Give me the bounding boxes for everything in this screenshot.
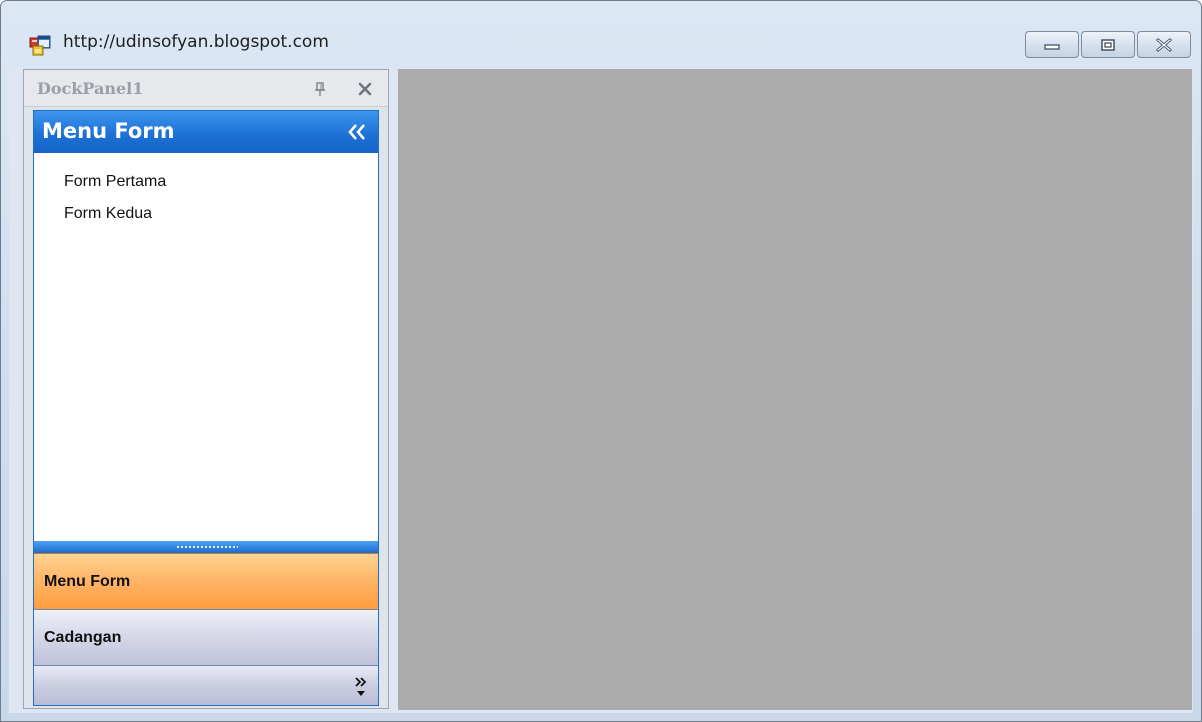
dock-panel-header[interactable]: DockPanel1 bbox=[24, 70, 388, 107]
restore-icon bbox=[1101, 38, 1115, 51]
navbar-header-title: Menu Form bbox=[42, 119, 175, 143]
mdi-client-area[interactable] bbox=[398, 69, 1192, 710]
group-label: Cadangan bbox=[44, 629, 122, 646]
group-button-menu-form[interactable]: Menu Form bbox=[34, 553, 378, 609]
list-item-form-kedua[interactable]: Form Kedua bbox=[64, 205, 152, 223]
restore-button[interactable] bbox=[1081, 31, 1135, 58]
title-bar[interactable]: http://udinsofyan.blogspot.com bbox=[1, 1, 1201, 65]
navbar-content: Form Pertama Form Kedua bbox=[34, 153, 378, 541]
dock-panel-title: DockPanel1 bbox=[37, 79, 144, 98]
dock-panel: DockPanel1 Menu Form Form Pertama Form K… bbox=[23, 69, 389, 709]
group-button-cadangan[interactable]: Cadangan bbox=[34, 609, 378, 665]
navbar-overflow-strip bbox=[34, 665, 378, 705]
main-window: http://udinsofyan.blogspot.com DockPanel… bbox=[0, 0, 1202, 722]
pin-icon[interactable] bbox=[312, 81, 328, 97]
double-chevron-left-icon[interactable] bbox=[344, 119, 370, 145]
minimize-icon bbox=[1044, 43, 1060, 50]
navbar-header: Menu Form bbox=[34, 111, 378, 153]
navbar-control: Menu Form Form Pertama Form Kedua Menu F… bbox=[33, 110, 379, 706]
close-window-button[interactable] bbox=[1137, 31, 1191, 58]
close-icon bbox=[1156, 38, 1172, 51]
minimize-button[interactable] bbox=[1025, 31, 1079, 58]
list-item-form-pertama[interactable]: Form Pertama bbox=[64, 173, 166, 191]
close-icon[interactable] bbox=[356, 80, 374, 98]
caption-buttons bbox=[1025, 31, 1191, 59]
group-label: Menu Form bbox=[44, 573, 131, 590]
app-icon[interactable] bbox=[29, 34, 51, 56]
navbar-splitter[interactable] bbox=[34, 541, 378, 553]
window-title: http://udinsofyan.blogspot.com bbox=[63, 32, 329, 52]
double-chevron-right-dropdown-icon[interactable] bbox=[352, 674, 370, 700]
splitter-grip-icon bbox=[176, 545, 238, 549]
